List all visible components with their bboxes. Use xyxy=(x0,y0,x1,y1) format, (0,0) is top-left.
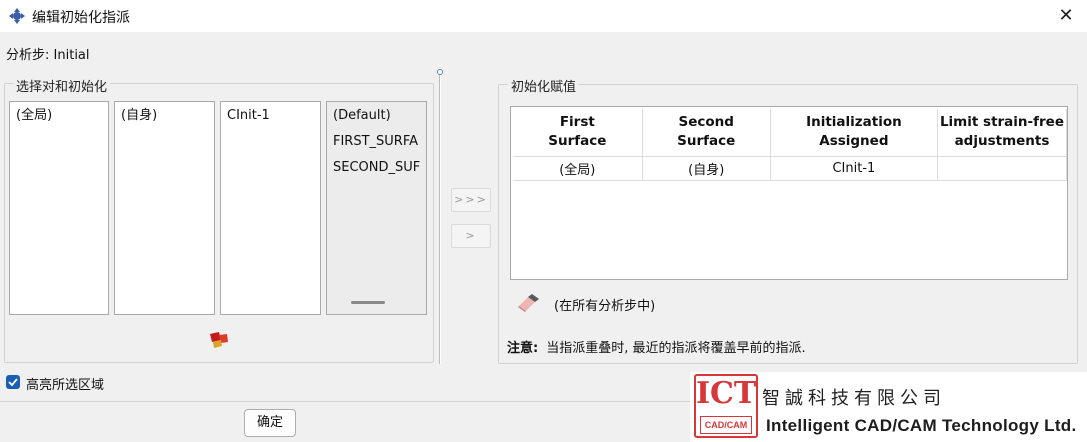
step-value: Initial xyxy=(53,48,90,63)
highlight-flag-icon[interactable] xyxy=(207,331,229,349)
header-line: adjustments xyxy=(954,133,1050,150)
table-row[interactable]: (全局) (自身) CInit-1 xyxy=(513,156,1068,181)
close-button[interactable]: ✕ xyxy=(1050,2,1082,30)
checkmark-icon xyxy=(8,378,18,387)
table-header-row: First Surface Second Surface Initializatio… xyxy=(513,109,1068,157)
assignment-table[interactable]: First Surface Second Surface Initializatio… xyxy=(510,106,1068,280)
add-all-button[interactable]: >>> xyxy=(451,188,491,212)
add-button[interactable]: > xyxy=(451,224,491,248)
step-label: 分析步: xyxy=(6,48,50,63)
pane-splitter[interactable] xyxy=(439,74,441,364)
ok-button[interactable]: 确定 xyxy=(244,409,296,437)
pair-selection-legend: 选择对和初始化 xyxy=(13,76,111,95)
header-line: Surface xyxy=(677,133,736,150)
title-bar: 编辑初始化指派 ✕ xyxy=(0,0,1087,32)
horizontal-scrollbar[interactable] xyxy=(351,301,385,304)
logo-main-text: ICT xyxy=(696,376,757,411)
note-label: 注意: xyxy=(507,341,539,356)
col-second-surface[interactable]: Second Surface xyxy=(642,109,771,157)
list-item[interactable]: FIRST_SURFA xyxy=(327,128,426,154)
header-line: Assigned xyxy=(819,133,889,150)
col-initialization[interactable]: Initialization Assigned xyxy=(770,109,938,157)
splitter-handle[interactable] xyxy=(437,69,443,75)
company-name-en: Intelligent CAD/CAM Technology Ltd. xyxy=(766,416,1077,435)
company-watermark: ICT CAD/CAM 智誠科技有限公司 Intelligent CAD/CAM… xyxy=(690,372,1087,442)
assignment-legend: 初始化赋值 xyxy=(508,76,580,95)
app-icon xyxy=(9,8,25,24)
second-surface-list[interactable]: (自身) xyxy=(114,101,215,315)
window-title: 编辑初始化指派 xyxy=(32,10,130,26)
initialization-list[interactable]: CInit-1 xyxy=(220,101,321,315)
table-cell[interactable]: (自身) xyxy=(642,156,771,181)
first-surface-list[interactable]: (全局) xyxy=(9,101,109,315)
ict-logo: ICT CAD/CAM xyxy=(694,374,758,438)
company-name-cn: 智誠科技有限公司 xyxy=(762,388,946,409)
note-text: 当指派重叠时, 最近的指派将覆盖早前的指派. xyxy=(546,341,806,356)
list-item[interactable]: (全局) xyxy=(10,102,108,128)
step-row: 分析步: Initial xyxy=(6,44,90,63)
logo-sub-text: CAD/CAM xyxy=(700,416,752,434)
highlight-checkbox[interactable] xyxy=(6,375,20,389)
eraser-icon[interactable] xyxy=(516,293,540,313)
header-line: First xyxy=(559,114,595,131)
all-steps-text: (在所有分析步中) xyxy=(554,299,656,314)
strain-adjust-list[interactable]: (Default) FIRST_SURFA SECOND_SUF xyxy=(326,101,427,315)
note: 注意: 当指派重叠时, 最近的指派将覆盖早前的指派. xyxy=(507,337,806,356)
table-cell[interactable]: (全局) xyxy=(513,156,643,181)
highlight-label: 高亮所选区域 xyxy=(26,378,105,393)
col-first-surface[interactable]: First Surface xyxy=(513,109,643,157)
table-cell[interactable] xyxy=(937,156,1068,181)
header-line: Initialization xyxy=(806,114,902,131)
table-cell[interactable]: CInit-1 xyxy=(770,156,938,181)
col-limit-strain[interactable]: Limit strain-free adjustments xyxy=(937,109,1068,157)
header-line: Limit strain-free xyxy=(939,114,1064,131)
header-line: Second xyxy=(678,114,734,131)
list-item[interactable]: (自身) xyxy=(115,102,214,128)
list-item[interactable]: SECOND_SUF xyxy=(327,154,426,180)
list-item[interactable]: (Default) xyxy=(327,102,426,128)
list-item[interactable]: CInit-1 xyxy=(221,102,320,128)
header-line: Surface xyxy=(548,133,607,150)
close-icon: ✕ xyxy=(1058,5,1074,26)
